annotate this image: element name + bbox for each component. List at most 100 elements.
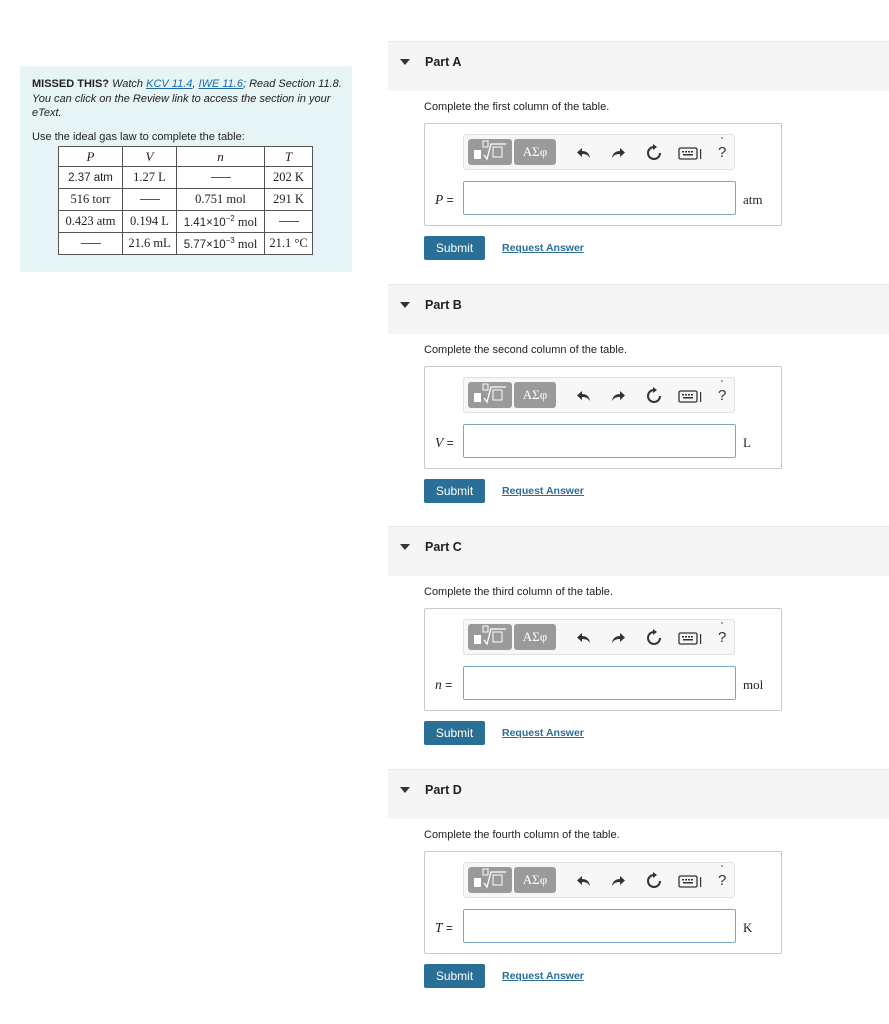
variable-label: n =	[435, 677, 453, 692]
table-header-row: P V n T	[58, 146, 313, 167]
request-answer-link[interactable]: Request Answer	[502, 242, 584, 254]
table-cell: 5.77×10−3 mol	[176, 232, 265, 255]
submit-button[interactable]: Submit	[424, 236, 485, 260]
undo-icon[interactable]	[574, 628, 594, 648]
answer-input[interactable]	[463, 424, 736, 458]
reset-icon[interactable]	[644, 386, 664, 406]
table-cell: 0.194 L	[122, 210, 177, 233]
help-button[interactable]: ?	[718, 629, 726, 646]
instruction-text: Use the ideal gas law to complete the ta…	[32, 131, 245, 143]
answer-input[interactable]	[463, 181, 736, 215]
table-cell: 0.751 mol	[176, 188, 265, 211]
reset-icon[interactable]	[644, 143, 664, 163]
part-title: Part B	[425, 298, 462, 312]
part-b-header[interactable]: Part B	[388, 284, 889, 334]
table-cell-blank	[122, 188, 177, 211]
collapse-triangle-icon[interactable]	[400, 787, 410, 793]
header-p: P	[58, 146, 123, 167]
undo-icon[interactable]	[574, 871, 594, 891]
variable-label: P =	[435, 192, 454, 207]
part-c-header[interactable]: Part C	[388, 526, 889, 576]
collapse-triangle-icon[interactable]	[400, 302, 410, 308]
greek-symbols-button[interactable]: ΑΣφ	[514, 382, 556, 408]
missed-this-panel: MISSED THIS? Watch KCV 11.4, IWE 11.6; R…	[20, 66, 352, 272]
table-row: 0.423 atm 0.194 L 1.41×10−2 mol	[58, 210, 313, 233]
reset-icon[interactable]	[644, 628, 664, 648]
help-button[interactable]: ?	[718, 144, 726, 161]
part-instruction: Complete the second column of the table.	[424, 344, 628, 356]
greek-symbols-button[interactable]: ΑΣφ	[514, 624, 556, 650]
request-answer-link[interactable]: Request Answer	[502, 485, 584, 497]
math-toolbar: ΑΣφ ?	[463, 377, 735, 413]
greek-symbols-button[interactable]: ΑΣφ	[514, 139, 556, 165]
templates-button[interactable]	[468, 867, 512, 893]
redo-icon[interactable]	[608, 628, 628, 648]
dot-icon	[721, 137, 723, 139]
table-cell: 516 torr	[58, 188, 123, 211]
unit-label: L	[743, 435, 751, 450]
missed-this-text: MISSED THIS? Watch KCV 11.4, IWE 11.6; R…	[32, 77, 344, 121]
request-answer-link[interactable]: Request Answer	[502, 727, 584, 739]
table-cell-blank	[176, 166, 265, 189]
table-row: 516 torr 0.751 mol 291 K	[58, 188, 313, 211]
kcv-link[interactable]: KCV 11.4	[146, 78, 192, 90]
table-row: 21.6 mL 5.77×10−3 mol 21.1 °C	[58, 232, 313, 255]
part-title: Part C	[425, 540, 462, 554]
watch-text: Watch	[109, 78, 147, 90]
undo-icon[interactable]	[574, 386, 594, 406]
table-cell: 202 K	[264, 166, 313, 189]
redo-icon[interactable]	[608, 143, 628, 163]
part-title: Part A	[425, 55, 462, 69]
part-a-header[interactable]: Part A	[388, 41, 889, 91]
part-instruction: Complete the first column of the table.	[424, 101, 610, 113]
keyboard-icon[interactable]	[678, 386, 702, 406]
help-button[interactable]: ?	[718, 872, 726, 889]
dot-icon	[721, 380, 723, 382]
collapse-triangle-icon[interactable]	[400, 544, 410, 550]
answer-box: ΑΣφ ? n = mol	[424, 608, 782, 711]
unit-label: K	[743, 920, 753, 935]
answer-box: ΑΣφ ? V = L	[424, 366, 782, 469]
submit-button[interactable]: Submit	[424, 721, 485, 745]
keyboard-icon[interactable]	[678, 628, 702, 648]
part-title: Part D	[425, 783, 462, 797]
gas-law-table: P V n T 2.37 atm 1.27 L 202 K 516 torr 0…	[58, 146, 313, 255]
submit-button[interactable]: Submit	[424, 964, 485, 988]
table-cell-blank	[58, 232, 123, 255]
redo-icon[interactable]	[608, 871, 628, 891]
templates-button[interactable]	[468, 139, 512, 165]
redo-icon[interactable]	[608, 386, 628, 406]
variable-label: V =	[435, 435, 454, 450]
part-d-header[interactable]: Part D	[388, 769, 889, 819]
answer-box: ΑΣφ ? T = K	[424, 851, 782, 954]
request-answer-link[interactable]: Request Answer	[502, 970, 584, 982]
math-toolbar: ΑΣφ ?	[463, 619, 735, 655]
templates-button[interactable]	[468, 624, 512, 650]
table-cell: 0.423 atm	[58, 210, 123, 233]
header-n: n	[176, 146, 265, 167]
variable-label: T =	[435, 920, 453, 935]
undo-icon[interactable]	[574, 143, 594, 163]
collapse-triangle-icon[interactable]	[400, 59, 410, 65]
dot-icon	[721, 865, 723, 867]
iwe-link[interactable]: IWE 11.6	[199, 78, 243, 90]
table-cell: 2.37 atm	[58, 166, 123, 189]
answer-input[interactable]	[463, 909, 736, 943]
submit-button[interactable]: Submit	[424, 479, 485, 503]
answer-input[interactable]	[463, 666, 736, 700]
help-button[interactable]: ?	[718, 387, 726, 404]
table-cell: 21.6 mL	[122, 232, 177, 255]
reset-icon[interactable]	[644, 871, 664, 891]
table-cell: 1.41×10−2 mol	[176, 210, 265, 233]
templates-button[interactable]	[468, 382, 512, 408]
keyboard-icon[interactable]	[678, 871, 702, 891]
keyboard-icon[interactable]	[678, 143, 702, 163]
unit-label: mol	[743, 677, 764, 692]
math-toolbar: ΑΣφ ?	[463, 862, 735, 898]
header-t: T	[264, 146, 313, 167]
greek-symbols-button[interactable]: ΑΣφ	[514, 867, 556, 893]
unit-label: atm	[743, 192, 763, 207]
header-v: V	[122, 146, 177, 167]
math-toolbar: ΑΣφ ?	[463, 134, 735, 170]
table-cell-blank	[264, 210, 313, 233]
